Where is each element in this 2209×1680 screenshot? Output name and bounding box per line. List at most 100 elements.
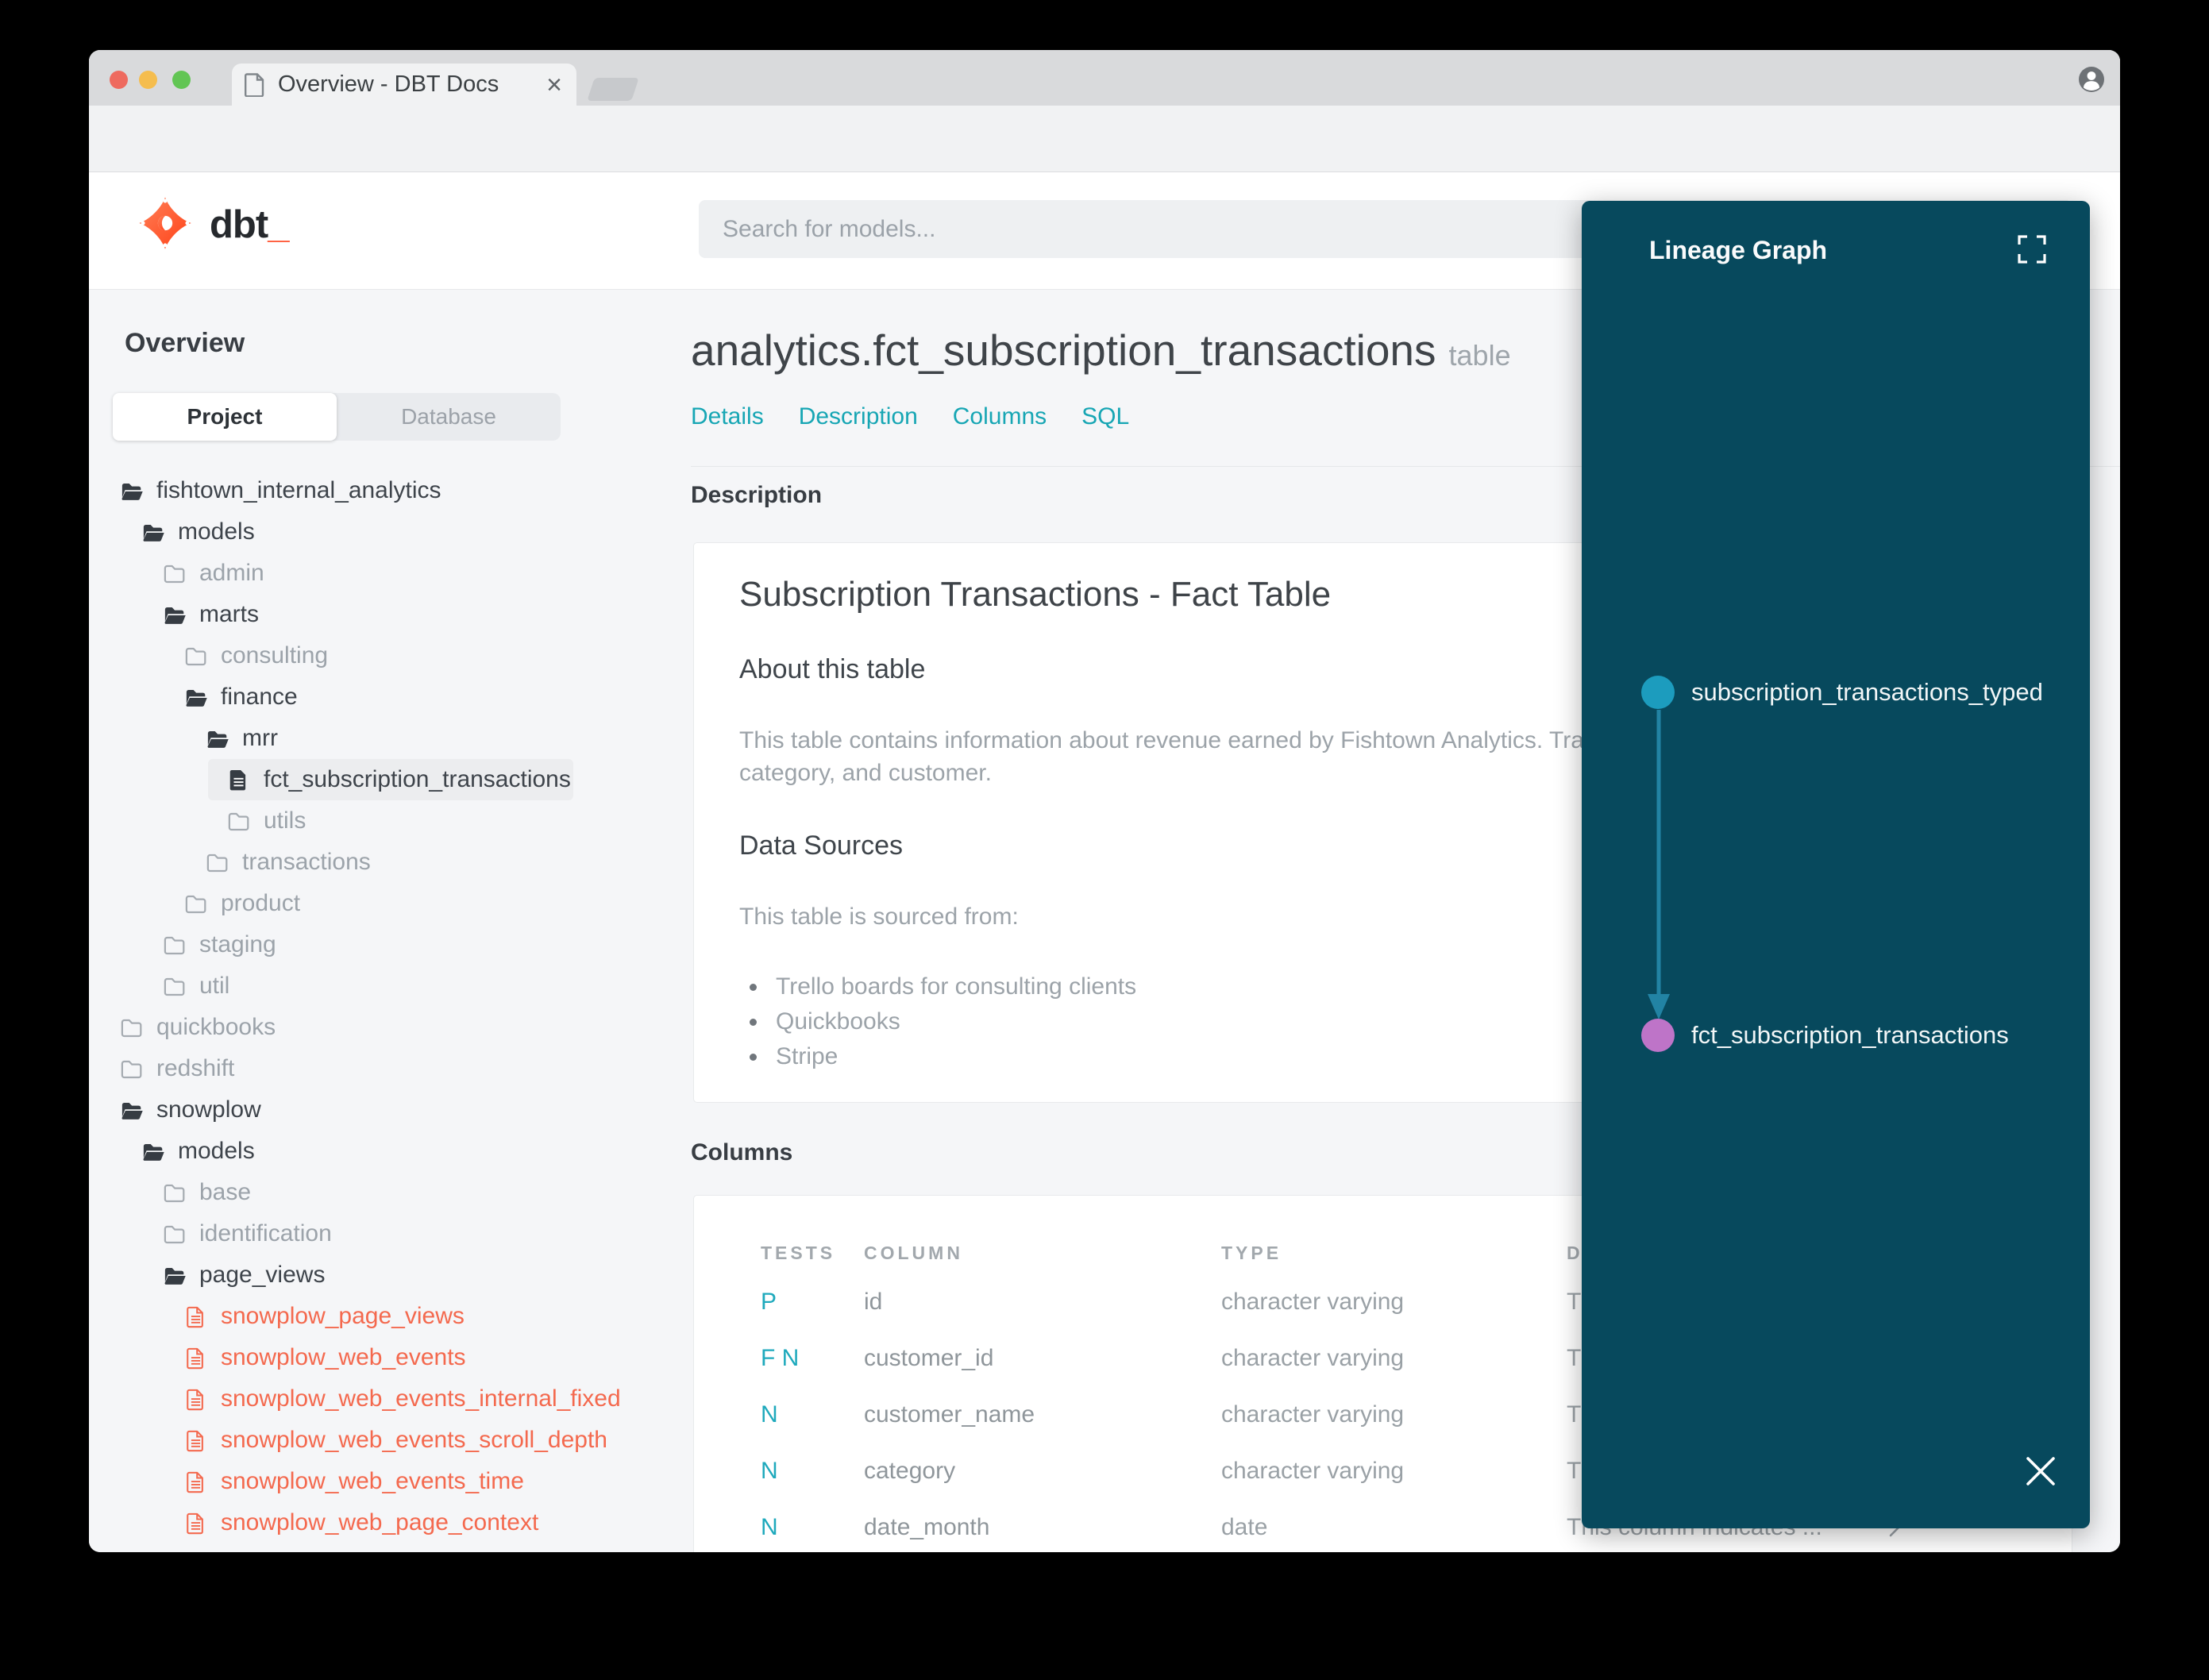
tree-item-redshift[interactable]: redshift — [89, 1048, 673, 1089]
tree-item-label: base — [199, 1179, 252, 1205]
lineage-node-subscription_transactions_typed[interactable]: subscription_transactions_typed — [1641, 676, 2043, 709]
node-dot-icon — [1641, 676, 1675, 709]
tree-item-transactions[interactable]: transactions — [89, 842, 673, 883]
tree-item-models[interactable]: models — [89, 511, 673, 553]
folder-icon — [205, 850, 229, 875]
folder-open-icon — [141, 520, 165, 545]
tree-item-snowplow_web_page_context[interactable]: snowplow_web_page_context — [89, 1502, 673, 1543]
folder-icon — [183, 644, 208, 669]
columns-section-heading: Columns — [691, 1139, 793, 1166]
sidebar-heading: Overview — [125, 328, 245, 358]
dbt-logo-icon[interactable] — [138, 196, 192, 250]
tests-cell: F N — [761, 1344, 800, 1371]
screenshot-canvas: Overview - DBT Docs × localhost:8080/ind… — [0, 0, 2209, 1680]
view-switcher: Project Database — [113, 393, 561, 441]
type-cell: character varying — [1221, 1457, 1405, 1484]
tree-item-label: staging — [199, 931, 276, 958]
folder-icon — [119, 1015, 144, 1040]
sources-heading: Data Sources — [739, 830, 903, 861]
tree-item-snowplow_web_events[interactable]: snowplow_web_events — [89, 1337, 673, 1378]
tab-details[interactable]: Details — [691, 403, 764, 430]
browser-tab[interactable]: Overview - DBT Docs × — [232, 64, 576, 106]
avatar[interactable] — [2075, 63, 2108, 96]
browser-toolbar: localhost:8080/index.html#!/model/model.… — [89, 106, 2120, 217]
tab-database[interactable]: Database — [337, 393, 561, 441]
tree-item-admin[interactable]: admin — [89, 553, 673, 594]
tree-item-snowplow_web_events_internal_fixed[interactable]: snowplow_web_events_internal_fixed — [89, 1378, 673, 1420]
zoom-window-button[interactable] — [172, 71, 191, 89]
file-icon — [183, 1304, 208, 1329]
about-text-line: category, and customer. — [739, 760, 992, 786]
folder-icon — [162, 1222, 187, 1247]
tree-item-label: snowplow_web_events_internal_fixed — [221, 1385, 621, 1412]
sidebar: Overview Project Database fishtown_inter… — [89, 290, 673, 1552]
description-text: T — [1567, 1401, 1582, 1428]
tab-close-icon[interactable]: × — [546, 71, 562, 98]
tree-item-identification[interactable]: identification — [89, 1213, 673, 1254]
column-cell: category — [864, 1457, 956, 1484]
tree-item-snowplow_page_views[interactable]: snowplow_page_views — [89, 1296, 673, 1337]
tree-item-label: page_views — [199, 1262, 326, 1288]
sources-intro: This table is sourced from: — [739, 904, 1019, 930]
tree-item-staging[interactable]: staging — [89, 924, 673, 965]
tree-item-mrr[interactable]: mrr — [89, 718, 673, 759]
folder-icon — [162, 933, 187, 958]
tree-item-label: fishtown_internal_analytics — [156, 477, 441, 503]
tree-item-marts[interactable]: marts — [89, 594, 673, 635]
tree-item-page_views[interactable]: page_views — [89, 1254, 673, 1296]
browser-window: Overview - DBT Docs × localhost:8080/ind… — [89, 50, 2120, 1552]
about-text-line: This table contains information about re… — [739, 727, 1610, 753]
node-label: fct_subscription_transactions — [1691, 1021, 2009, 1049]
tab-sql[interactable]: SQL — [1081, 403, 1129, 430]
lineage-node-fct_subscription_transactions[interactable]: fct_subscription_transactions — [1641, 1019, 2009, 1052]
page-title: analytics.fct_subscription_transactions t… — [691, 326, 1511, 375]
type-cell: character varying — [1221, 1401, 1405, 1428]
about-heading: About this table — [739, 654, 926, 684]
minimize-window-button[interactable] — [139, 71, 157, 89]
tree-item-fct_subscription_transactions[interactable]: fct_subscription_transactions — [89, 759, 673, 800]
close-icon[interactable] — [2023, 1454, 2058, 1489]
tree-item-snowplow[interactable]: snowplow — [89, 1089, 673, 1131]
tree-item-label: models — [178, 518, 255, 545]
doc-title: Subscription Transactions - Fact Table — [739, 575, 1332, 614]
tree-item-fishtown_internal_analytics[interactable]: fishtown_internal_analytics — [89, 470, 673, 511]
tab-project[interactable]: Project — [113, 393, 337, 441]
type-cell: date — [1221, 1513, 1268, 1540]
tree-item-finance[interactable]: finance — [89, 676, 673, 718]
dbt-logo-text[interactable]: dbt_ — [210, 199, 289, 250]
column-cell: date_month — [864, 1513, 990, 1540]
source-item: Quickbooks — [750, 1004, 1136, 1039]
tree-item-models[interactable]: models — [89, 1131, 673, 1172]
description-text: T — [1567, 1288, 1582, 1315]
folder-open-icon — [205, 726, 229, 751]
close-window-button[interactable] — [110, 71, 128, 89]
file-icon — [226, 768, 251, 792]
tree-item-label: snowplow_web_page_context — [221, 1509, 539, 1536]
tab-description[interactable]: Description — [799, 403, 918, 430]
tree-item-quickbooks[interactable]: quickbooks — [89, 1007, 673, 1048]
tree-item-snowplow_web_events_time[interactable]: snowplow_web_events_time — [89, 1461, 673, 1502]
tree-item-label: utils — [264, 807, 306, 834]
tree-item-label: snowplow_web_events — [221, 1344, 466, 1370]
tab-columns[interactable]: Columns — [953, 403, 1047, 430]
new-tab-button[interactable] — [587, 78, 639, 101]
tree-item-consulting[interactable]: consulting — [89, 635, 673, 676]
tree-item-label: admin — [199, 560, 264, 586]
tree-item-label: redshift — [156, 1055, 235, 1081]
tree-item-label: snowplow_web_events_time — [221, 1468, 524, 1494]
tree-item-snowplow_web_events_scroll_depth[interactable]: snowplow_web_events_scroll_depth — [89, 1420, 673, 1461]
column-cell: customer_name — [864, 1401, 1035, 1428]
folder-icon — [183, 892, 208, 916]
tree-item-util[interactable]: util — [89, 965, 673, 1007]
expand-icon[interactable] — [2017, 234, 2047, 264]
tree-item-base[interactable]: base — [89, 1172, 673, 1213]
folder-open-icon — [162, 1263, 187, 1288]
folder-open-icon — [141, 1139, 165, 1164]
lineage-graph-title: Lineage Graph — [1649, 236, 1828, 264]
tree-item-label: fct_subscription_transactions — [264, 766, 571, 792]
tree-item-utils[interactable]: utils — [89, 800, 673, 842]
tree-item-label: mrr — [242, 725, 278, 751]
column-header-tests: TESTS — [761, 1242, 836, 1263]
tree-item-label: product — [221, 890, 301, 916]
tree-item-product[interactable]: product — [89, 883, 673, 924]
